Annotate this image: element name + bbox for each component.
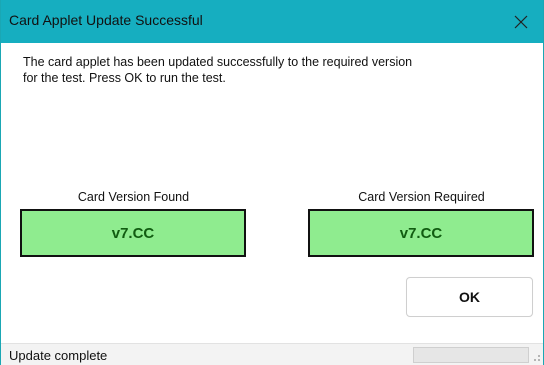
dialog-message: The card applet has been updated success…	[23, 55, 413, 85]
status-bar: Update complete	[1, 343, 543, 365]
close-button[interactable]	[499, 0, 543, 43]
close-icon	[514, 15, 528, 28]
status-progress-panel	[413, 347, 529, 363]
dialog-window: Card Applet Update Successful The card a…	[0, 0, 544, 365]
card-version-required-label: Card Version Required	[358, 190, 485, 204]
ok-button[interactable]: OK	[406, 277, 533, 317]
card-version-required-value: v7.CC	[308, 209, 534, 257]
status-text: Update complete	[9, 348, 108, 363]
card-version-found-label: Card Version Found	[77, 190, 190, 204]
window-title: Card Applet Update Successful	[9, 12, 203, 28]
title-bar: Card Applet Update Successful	[1, 0, 543, 43]
resize-grip-icon[interactable]	[533, 351, 541, 363]
card-version-found-value: v7.CC	[20, 209, 246, 257]
